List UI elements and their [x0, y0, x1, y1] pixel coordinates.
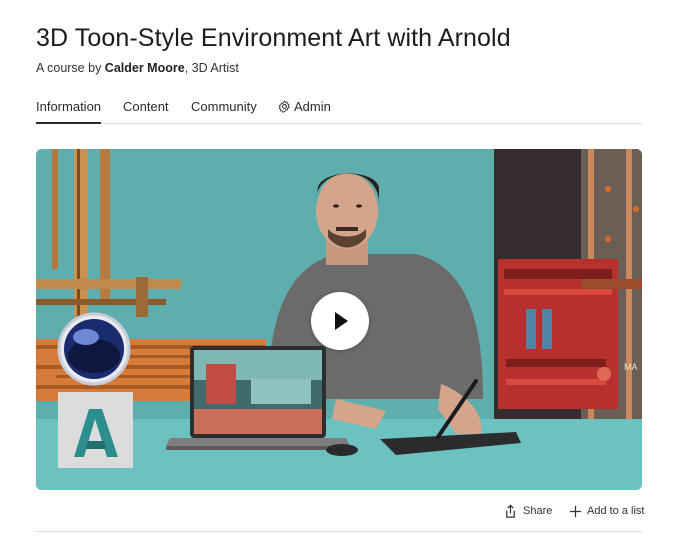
laptop	[166, 346, 350, 450]
screen-sign-text: MA	[624, 362, 638, 372]
mouse	[326, 444, 358, 456]
course-trailer-video[interactable]: MA	[36, 149, 642, 490]
tab-admin[interactable]: Admin	[278, 99, 331, 124]
course-tabs: Information Content Community Admin	[36, 99, 642, 124]
right-environment-artwork	[494, 149, 642, 419]
share-icon	[506, 504, 515, 518]
course-title: 3D Toon-Style Environment Art with Arnol…	[36, 24, 511, 52]
tab-content[interactable]: Content	[123, 99, 169, 124]
plus-icon	[569, 505, 582, 517]
tab-admin-label: Admin	[294, 99, 331, 114]
tab-community-label: Community	[191, 99, 257, 114]
course-byline: A course by Calder Moore, 3D Artist	[36, 61, 239, 75]
tab-content-label: Content	[123, 99, 169, 114]
tab-information-label: Information	[36, 99, 102, 114]
share-label: Share	[523, 505, 553, 517]
play-icon	[335, 312, 348, 330]
cinema4d-logo	[57, 312, 131, 386]
tab-community[interactable]: Community	[191, 99, 257, 124]
gear-icon	[278, 100, 290, 113]
add-to-list-button[interactable]: Add to a list	[569, 502, 644, 520]
share-button[interactable]: Share	[503, 502, 552, 520]
byline-suffix: , 3D Artist	[184, 61, 239, 75]
course-actions: Share Add to a list	[0, 502, 680, 520]
play-button[interactable]	[311, 292, 369, 350]
tab-information[interactable]: Information	[36, 99, 102, 124]
section-divider	[36, 531, 642, 532]
add-to-list-label: Add to a list	[587, 505, 645, 517]
byline-prefix: A course by	[36, 61, 105, 75]
author-name[interactable]: Calder Moore	[105, 61, 185, 75]
arnold-logo	[58, 392, 133, 468]
